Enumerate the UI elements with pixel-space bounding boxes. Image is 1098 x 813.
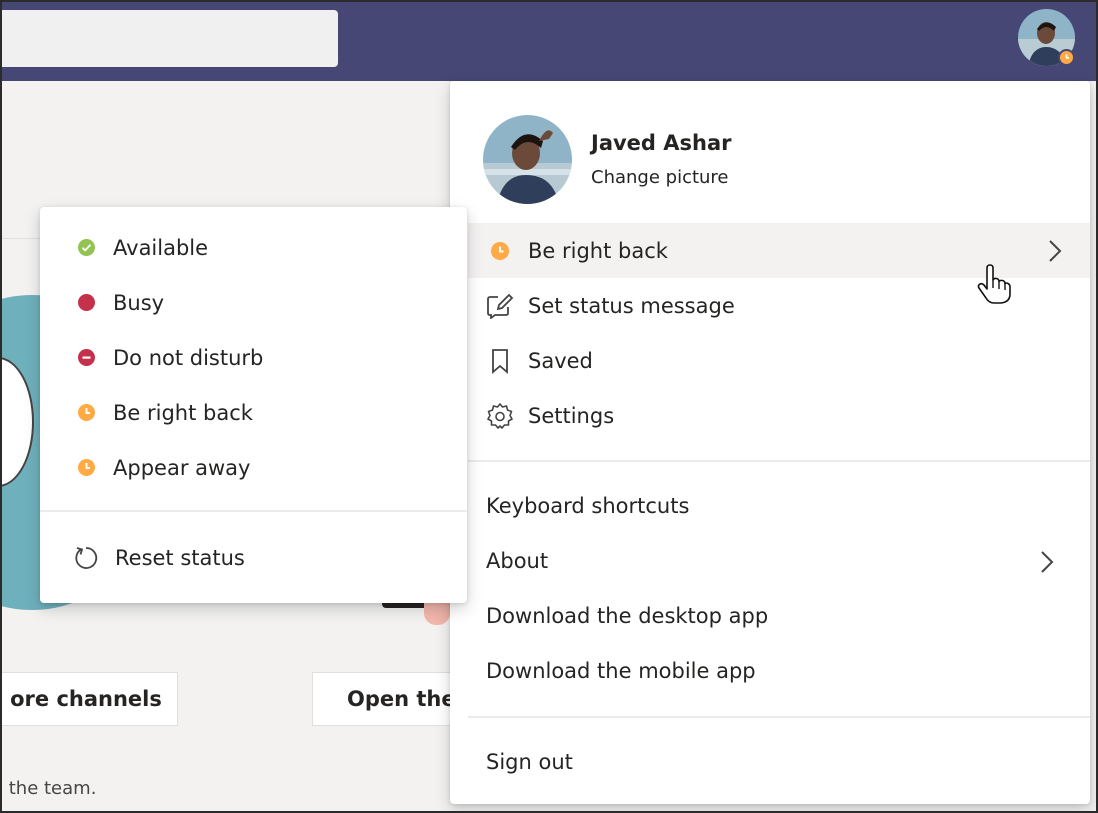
- presence-badge: [1058, 49, 1075, 66]
- caption-text: o the team.: [2, 778, 97, 799]
- do-not-disturb-icon: [78, 349, 95, 366]
- chevron-right-icon: [1041, 551, 1054, 573]
- explore-channels-button[interactable]: ore channels: [2, 672, 178, 726]
- gear-icon: [486, 402, 514, 430]
- status-option-label: Be right back: [113, 400, 253, 425]
- status-option-label: Busy: [113, 290, 165, 315]
- clock-icon: [486, 237, 514, 265]
- bookmark-icon: [486, 347, 514, 375]
- menu-divider: [468, 716, 1090, 718]
- keyboard-shortcuts-item[interactable]: Keyboard shortcuts: [486, 494, 689, 518]
- download-mobile-item[interactable]: Download the mobile app: [486, 659, 756, 683]
- hand-cursor-icon: [977, 264, 1011, 304]
- status-option-label: Appear away: [113, 455, 251, 480]
- clock-icon: [78, 404, 95, 421]
- teams-window: ore channels Open the o the team. Javed …: [2, 2, 1096, 811]
- profile-picture[interactable]: [483, 115, 572, 204]
- set-status-message-label: Set status message: [528, 293, 735, 318]
- app-header: [2, 2, 1096, 81]
- open-button[interactable]: Open the: [312, 672, 472, 726]
- chevron-right-icon: [1049, 240, 1062, 262]
- about-item[interactable]: About: [486, 549, 548, 573]
- reset-icon: [75, 546, 98, 569]
- status-option-appear-away[interactable]: Appear away: [40, 440, 467, 495]
- available-icon: [78, 239, 95, 256]
- status-option-available[interactable]: Available: [40, 220, 467, 275]
- edit-icon: [486, 292, 514, 320]
- user-name: Javed Ashar: [591, 131, 732, 155]
- saved-label: Saved: [528, 348, 593, 373]
- search-box[interactable]: [2, 10, 338, 67]
- status-submenu: Available Busy Do not disturb Be right b…: [40, 207, 467, 603]
- status-option-label: Do not disturb: [113, 345, 264, 370]
- download-desktop-item[interactable]: Download the desktop app: [486, 604, 768, 628]
- sign-out-item[interactable]: Sign out: [486, 750, 573, 774]
- profile-menu: Javed Ashar Change picture Be right back: [450, 81, 1090, 804]
- status-label: Be right back: [528, 238, 668, 263]
- status-option-do-not-disturb[interactable]: Do not disturb: [40, 330, 467, 385]
- change-picture-link[interactable]: Change picture: [591, 167, 729, 188]
- reset-status-label: Reset status: [115, 545, 245, 570]
- settings-label: Settings: [528, 403, 615, 428]
- busy-icon: [78, 294, 95, 311]
- clock-icon: [78, 459, 95, 476]
- status-option-label: Available: [113, 235, 209, 260]
- menu-divider: [468, 460, 1090, 462]
- clock-icon: [1065, 54, 1069, 59]
- settings-item[interactable]: Settings: [468, 388, 1090, 443]
- saved-item[interactable]: Saved: [468, 333, 1090, 388]
- menu-divider: [40, 510, 467, 512]
- status-option-be-right-back[interactable]: Be right back: [40, 385, 467, 440]
- reset-status-item[interactable]: Reset status: [40, 530, 467, 585]
- status-option-busy[interactable]: Busy: [40, 275, 467, 330]
- avatar-photo: [483, 115, 572, 204]
